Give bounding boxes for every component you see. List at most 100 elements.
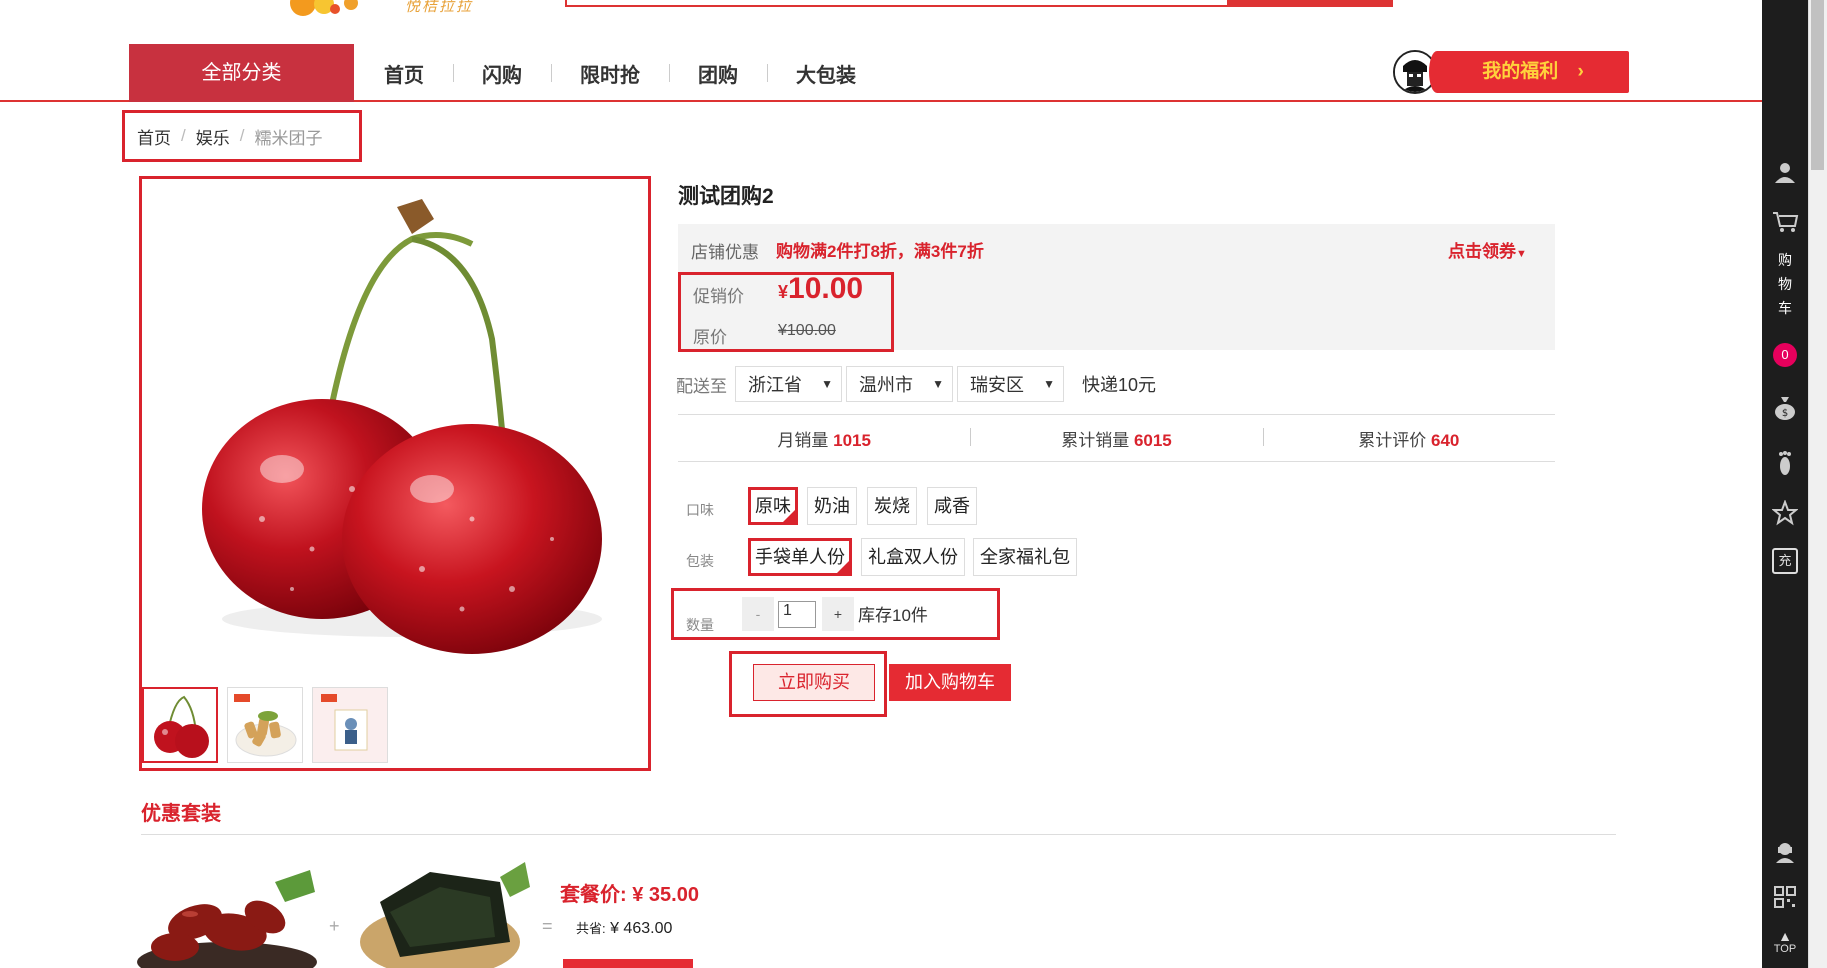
combo-price: 套餐价: ¥ 35.00: [560, 884, 699, 906]
total-reviews[interactable]: 累计评价 640: [1262, 426, 1555, 451]
cart-char-2: 物: [1778, 276, 1792, 292]
ship-label: 配送至: [676, 376, 727, 396]
shipping-row: 配送至 浙江省 ▼ 温州市 ▼ 瑞安区 ▼ 快递10元: [676, 366, 1156, 402]
chevron-right-icon: ›: [1577, 61, 1584, 82]
giftbox-thumbnail-image: [313, 688, 387, 762]
package-option-family[interactable]: 全家福礼包: [973, 538, 1077, 576]
logo-graphic[interactable]: [290, 0, 380, 22]
cart-label[interactable]: 购 物 车: [1762, 248, 1808, 320]
sale-price-label: 促销价: [693, 287, 744, 306]
combo-savings-value: ¥ 463.00: [610, 920, 673, 937]
sale-price: ¥10.00: [778, 272, 863, 306]
cart-count-badge: 0: [1773, 343, 1797, 367]
caret-down-icon: ▼: [821, 377, 833, 391]
total-reviews-label: 累计评价: [1358, 430, 1427, 450]
combo-buy-button[interactable]: [563, 959, 693, 968]
get-coupon-link[interactable]: 点击领券▼: [1448, 237, 1527, 262]
promo-label: 店铺优惠: [691, 243, 759, 262]
flavor-option-cream[interactable]: 奶油: [807, 487, 857, 525]
stock-text: 库存10件: [858, 606, 928, 625]
district-value: 瑞安区: [970, 375, 1024, 395]
city-value: 温州市: [859, 375, 913, 395]
scrollbar-thumb[interactable]: [1811, 0, 1824, 170]
sale-price-value: 10.00: [788, 272, 864, 305]
main-nav: 全部分类 首页 闪购 限时抢 团购 大包装 我的福利 ›: [0, 44, 1762, 102]
page: 悦桔拉拉 全部分类 首页 闪购 限时抢 团购 大包装 我的福利 › 首页 / 娱…: [0, 0, 1827, 968]
quantity-minus-button[interactable]: -: [742, 597, 774, 631]
add-to-cart-button[interactable]: 加入购物车: [889, 664, 1011, 701]
buy-now-button[interactable]: 立即购买: [753, 664, 875, 701]
province-select[interactable]: 浙江省 ▼: [735, 366, 842, 402]
flavor-label: 口味: [686, 502, 714, 518]
breadcrumb-home[interactable]: 首页: [137, 124, 171, 149]
nav-limited-time[interactable]: 限时抢: [551, 59, 669, 88]
combo-savings-label: 共省:: [576, 921, 606, 936]
thumbnail-cherry[interactable]: [142, 687, 218, 763]
quantity-label: 数量: [686, 617, 714, 633]
original-price-label: 原价: [693, 328, 727, 347]
coupon-label: 点击领券: [1448, 242, 1516, 261]
money-bag-icon[interactable]: $: [1762, 395, 1808, 427]
combo-item-duck-image[interactable]: [135, 862, 320, 968]
welfare-label: 我的福利: [1482, 61, 1559, 82]
district-select[interactable]: 瑞安区 ▼: [957, 366, 1064, 402]
flavor-option-savory[interactable]: 咸香: [927, 487, 977, 525]
svg-text:$: $: [1782, 408, 1788, 419]
breadcrumb-separator: /: [181, 126, 186, 145]
quantity-plus-button[interactable]: +: [822, 597, 854, 631]
original-price: ¥100.00: [778, 322, 836, 339]
combo-equals-sign: =: [542, 916, 553, 936]
monthly-sales-label: 月销量: [777, 430, 829, 450]
shopping-cart-icon[interactable]: [1762, 210, 1808, 240]
cherry-thumbnail-image: [154, 695, 209, 758]
thumbnail-list: [142, 687, 388, 763]
nav-flash-sale[interactable]: 闪购: [453, 59, 551, 88]
cart-char-1: 购: [1778, 252, 1792, 268]
right-sidebar: [1762, 0, 1808, 968]
monthly-sales-value: 1015: [833, 430, 871, 450]
user-icon[interactable]: [1762, 160, 1808, 190]
package-option-single[interactable]: 手袋单人份: [748, 538, 852, 576]
qr-code-icon[interactable]: [1762, 885, 1808, 915]
product-gallery: [139, 176, 651, 771]
nav-home[interactable]: 首页: [355, 59, 453, 88]
footprint-icon[interactable]: [1762, 450, 1808, 484]
monthly-sales: 月销量 1015: [678, 426, 970, 451]
back-to-top-arrow-icon[interactable]: ▲: [1762, 928, 1808, 944]
recharge-icon[interactable]: 充: [1772, 548, 1798, 574]
snack-thumbnail-image: [234, 694, 297, 757]
back-to-top-button[interactable]: TOP: [1762, 943, 1808, 955]
package-option-double[interactable]: 礼盒双人份: [861, 538, 965, 576]
flavor-option-charcoal[interactable]: 炭烧: [867, 487, 917, 525]
nav-big-pack[interactable]: 大包装: [767, 59, 885, 88]
quantity-input[interactable]: 1: [778, 601, 816, 628]
star-icon[interactable]: [1762, 499, 1808, 532]
nav-group-buy[interactable]: 团购: [669, 59, 767, 88]
flavor-option-original[interactable]: 原味: [748, 487, 798, 525]
logo-text: 悦桔拉拉: [405, 0, 474, 15]
nav-links: 首页 闪购 限时抢 团购 大包装: [355, 44, 885, 102]
sales-stats: 月销量 1015 累计销量 6015 累计评价 640: [678, 414, 1555, 462]
customer-service-icon[interactable]: [1762, 840, 1808, 870]
combo-item-seaweed-image[interactable]: [350, 862, 535, 968]
thumbnail-giftbox[interactable]: [312, 687, 388, 763]
product-title: 测试团购2: [678, 185, 774, 208]
combo-divider: [141, 834, 1616, 835]
cart-char-3: 车: [1778, 300, 1792, 316]
product-main-image[interactable]: [172, 189, 622, 659]
breadcrumb-separator: /: [239, 126, 245, 145]
total-reviews-value: 640: [1431, 430, 1460, 450]
city-select[interactable]: 温州市 ▼: [846, 366, 953, 402]
caret-down-icon: ▼: [1516, 248, 1527, 260]
combo-plus-sign: +: [329, 916, 340, 936]
breadcrumb-category[interactable]: 娱乐: [196, 124, 230, 149]
all-categories-button[interactable]: 全部分类: [129, 44, 354, 102]
search-button[interactable]: [1227, 0, 1393, 7]
thumbnail-snack[interactable]: [227, 687, 303, 763]
promo-text: 购物满2件打8折，满3件7折: [776, 242, 984, 261]
shipping-fee: 快递10元: [1082, 375, 1157, 395]
my-welfare-button[interactable]: 我的福利 ›: [1429, 51, 1629, 93]
combo-savings: 共省: ¥ 463.00: [576, 918, 672, 938]
total-sales-value: 6015: [1133, 430, 1172, 450]
breadcrumb-current: 糯米团子: [254, 128, 323, 148]
